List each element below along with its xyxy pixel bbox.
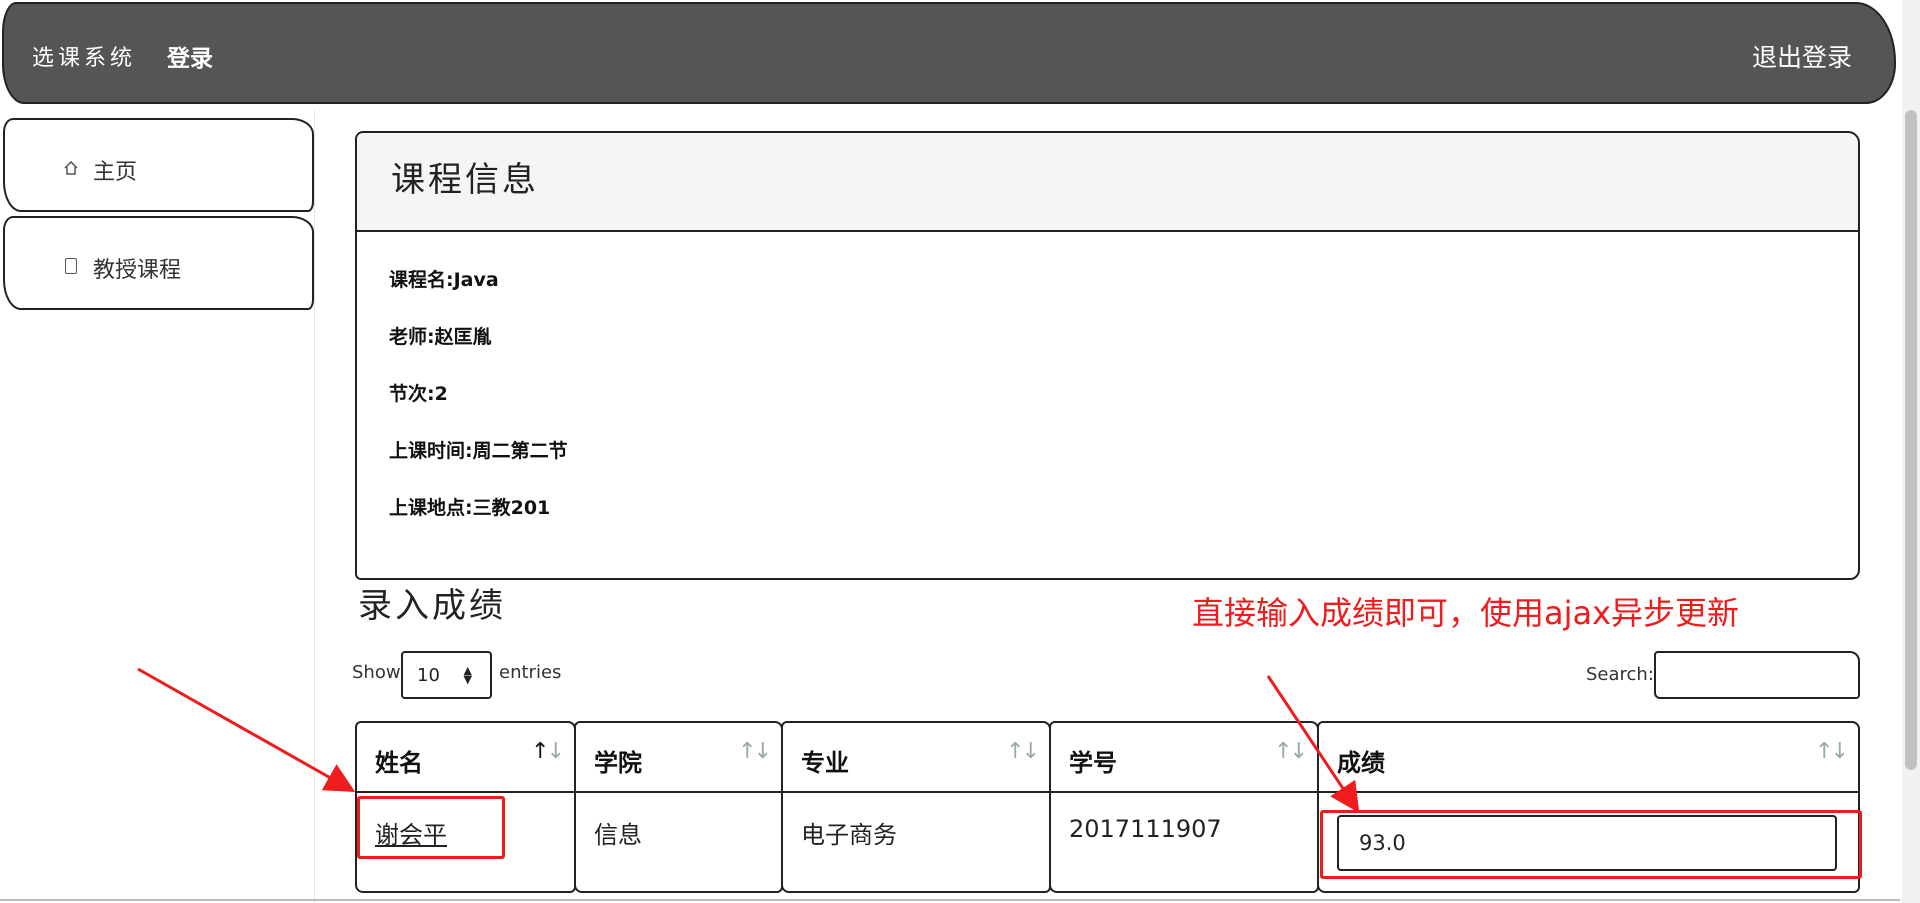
column-header-student-id[interactable]: 学号 ↑↓ — [1049, 721, 1319, 794]
college-value: 信息 — [594, 821, 642, 849]
nav-login-link[interactable]: 登录 — [167, 39, 213, 73]
page-length-value: 10 — [417, 665, 440, 686]
bottom-divider — [0, 899, 1900, 901]
table-cell-college: 信息 — [574, 791, 783, 893]
sidebar-item-courses[interactable]: 教授课程 — [3, 216, 314, 310]
course-time: 上课时间:周二第二节 — [389, 440, 568, 462]
column-header-label: 成绩 — [1337, 749, 1385, 777]
grade-entry-title: 录入成绩 — [358, 586, 506, 626]
column-header-major[interactable]: 专业 ↑↓ — [781, 721, 1051, 794]
course-info-panel: 课程信息 课程名:Java 老师:赵匡胤 节次:2 上课时间:周二第二节 上课地… — [355, 131, 1860, 580]
grade-input[interactable] — [1337, 815, 1837, 871]
sort-icon: ↑↓ — [531, 739, 565, 764]
sort-icon: ↑↓ — [738, 739, 772, 764]
sidebar-item-home[interactable]: 主页 — [3, 118, 314, 212]
brand-title[interactable]: 选课系统 — [32, 40, 136, 72]
home-icon — [64, 161, 78, 175]
sidebar-item-label: 主页 — [93, 160, 138, 185]
logout-link[interactable]: 退出登录 — [1752, 38, 1852, 74]
panel-heading: 课程信息 — [357, 133, 1858, 232]
sort-icon: ↑↓ — [1815, 739, 1849, 764]
student-name-link[interactable]: 谢会平 — [375, 815, 447, 850]
sort-icon: ↑↓ — [1274, 739, 1308, 764]
book-icon — [65, 258, 77, 274]
column-header-label: 姓名 — [375, 749, 423, 777]
table-cell-student-id: 2017111907 — [1049, 791, 1319, 893]
table-cell-name: 谢会平 — [355, 791, 576, 893]
page-length-select[interactable]: 10 ▲ ▼ — [401, 651, 492, 699]
select-caret-icon: ▲ ▼ — [463, 664, 472, 686]
show-label: Show — [352, 662, 401, 683]
course-teacher: 老师:赵匡胤 — [389, 326, 492, 348]
page-scrollbar[interactable] — [1902, 0, 1920, 903]
column-header-label: 专业 — [801, 749, 849, 777]
column-header-college[interactable]: 学院 ↑↓ — [574, 721, 783, 794]
sort-icon: ↑↓ — [1006, 739, 1040, 764]
panel-title: 课程信息 — [391, 160, 539, 200]
annotation-text: 直接输入成绩即可，使用ajax异步更新 — [1192, 594, 1740, 632]
student-id-value: 2017111907 — [1069, 815, 1222, 843]
course-location: 上课地点:三教201 — [389, 497, 551, 519]
column-header-name[interactable]: 姓名 ↑↓ — [355, 721, 576, 794]
major-value: 电子商务 — [801, 821, 897, 849]
course-period: 节次:2 — [389, 383, 448, 405]
arrow-to-name — [137, 667, 356, 792]
table-cell-grade — [1317, 791, 1860, 893]
search-label: Search: — [1586, 664, 1654, 685]
course-name: 课程名:Java — [389, 269, 499, 291]
sidebar-item-label: 教授课程 — [93, 258, 182, 283]
top-navbar: 选课系统 登录 退出登录 — [2, 2, 1896, 104]
entries-label: entries — [499, 662, 562, 683]
sidebar-divider — [314, 110, 315, 903]
scrollbar-thumb[interactable] — [1905, 110, 1917, 770]
table-cell-major: 电子商务 — [781, 791, 1051, 893]
column-header-label: 学号 — [1069, 749, 1117, 777]
column-header-grade[interactable]: 成绩 ↑↓ — [1317, 721, 1860, 794]
column-header-label: 学院 — [594, 749, 642, 777]
search-input[interactable] — [1654, 651, 1860, 699]
